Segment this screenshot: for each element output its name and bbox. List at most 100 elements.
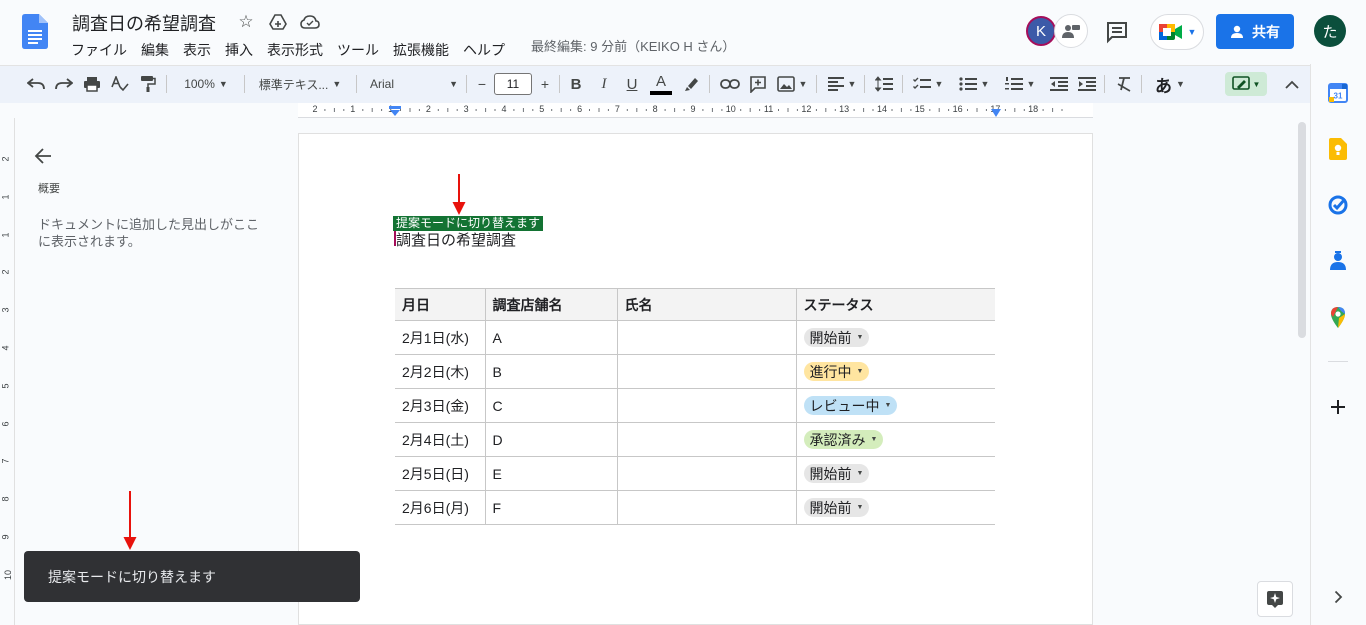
increase-indent-icon[interactable] [1075,65,1099,103]
status-cell[interactable]: レビュー中 ▼ [795,388,995,423]
checklist-icon[interactable]: ▼ [908,65,948,103]
increase-font-size-button[interactable]: + [535,65,555,103]
date-cell[interactable]: 2月2日(木) [395,354,486,389]
contacts-icon[interactable] [1327,250,1349,272]
status-cell[interactable]: 開始前 ▼ [795,320,995,355]
store-cell[interactable]: D [484,422,618,457]
docs-logo-icon[interactable] [22,14,48,49]
status-chip[interactable]: 開始前 ▼ [803,498,870,517]
decrease-indent-icon[interactable] [1047,65,1071,103]
redo-icon[interactable] [52,65,76,103]
line-spacing-icon[interactable] [872,65,896,103]
menu-help[interactable]: ヘルプ [456,40,512,60]
paint-format-icon[interactable] [136,65,160,103]
text-color-button[interactable]: A [649,65,673,103]
print-icon[interactable] [80,65,104,103]
numbered-list-icon[interactable]: ▼ [1000,65,1040,103]
store-cell[interactable]: C [484,388,618,423]
menu-view[interactable]: 表示 [176,40,218,60]
store-cell[interactable]: E [484,456,618,491]
italic-button[interactable]: I [593,65,615,103]
add-icon[interactable] [1327,396,1349,418]
share-button[interactable]: 共有 [1216,14,1294,49]
status-chip[interactable]: 開始前 ▼ [803,328,870,347]
paragraph-style-select[interactable]: 標準テキス... ▼ [252,65,348,103]
bold-button[interactable]: B [565,65,587,103]
date-cell[interactable]: 2月6日(月) [395,490,486,525]
undo-icon[interactable] [24,65,48,103]
left-indent-marker-icon[interactable] [389,106,401,116]
table-header-cell[interactable]: 氏名 [616,288,797,321]
back-arrow-icon[interactable] [34,147,52,165]
status-cell[interactable]: 承認済み ▼ [795,422,995,457]
underline-button[interactable]: U [621,65,643,103]
name-cell[interactable] [616,354,797,389]
name-cell[interactable] [616,456,797,491]
status-cell[interactable]: 開始前 ▼ [795,456,995,491]
font-select[interactable]: Arial ▼ [366,65,462,103]
maps-icon[interactable] [1327,306,1349,328]
insert-link-icon[interactable] [718,65,742,103]
tasks-icon[interactable] [1327,194,1349,216]
collaborator-avatar[interactable]: K [1026,16,1056,46]
name-cell[interactable] [616,388,797,423]
move-to-drive-icon[interactable] [268,12,288,32]
store-cell[interactable]: B [484,354,618,389]
document-heading[interactable]: 調査日の希望調査 [396,229,516,250]
last-edit-status[interactable]: 最終編集: 9 分前（KEIKO H さん） [531,38,735,56]
menu-edit[interactable]: 編集 [134,40,176,60]
add-comment-icon[interactable] [746,65,770,103]
name-cell[interactable] [616,422,797,457]
snackbar-notification: 提案モードに切り替えます [24,551,360,602]
spellcheck-icon[interactable] [108,65,132,103]
decrease-font-size-button[interactable]: − [472,65,492,103]
status-cell[interactable]: 進行中 ▼ [795,354,995,389]
status-cell[interactable]: 開始前 ▼ [795,490,995,525]
vertical-ruler[interactable]: 2 1 1 2 3 4 5 6 7 8 9 10 [0,118,15,625]
input-tools-button[interactable]: あ ▼ [1148,65,1192,103]
keep-icon[interactable] [1327,138,1349,160]
comment-history-icon[interactable] [1105,20,1129,44]
explore-button[interactable] [1257,581,1293,617]
menu-tools[interactable]: ツール [330,40,386,60]
date-cell[interactable]: 2月3日(金) [395,388,486,423]
date-cell[interactable]: 2月4日(土) [395,422,486,457]
meet-button[interactable]: ▼ [1150,14,1204,50]
document-title[interactable]: 調査日の希望調査 [72,10,216,36]
menu-insert[interactable]: 挿入 [218,40,260,60]
store-cell[interactable]: F [484,490,618,525]
name-cell[interactable] [616,320,797,355]
menu-extensions[interactable]: 拡張機能 [386,40,456,60]
scrollbar-thumb[interactable] [1298,122,1306,338]
store-cell[interactable]: A [484,320,618,355]
chevron-right-icon[interactable] [1327,586,1349,608]
clear-formatting-icon[interactable] [1112,65,1136,103]
status-chip[interactable]: レビュー中 ▼ [803,396,898,415]
table-header-cell[interactable]: ステータス [795,288,995,321]
account-avatar[interactable]: た [1314,15,1346,47]
font-size-input[interactable]: 11 [494,73,532,95]
status-chip[interactable]: 承認済み ▼ [803,430,884,449]
table-header-cell[interactable]: 調査店舗名 [484,288,618,321]
zoom-select[interactable]: 100% ▼ [176,65,236,103]
menu-file[interactable]: ファイル [64,40,134,60]
calendar-icon[interactable]: 31 [1327,82,1349,104]
status-chip[interactable]: 開始前 ▼ [803,464,870,483]
highlight-color-icon[interactable] [680,65,704,103]
cloud-status-icon[interactable] [300,12,320,32]
date-cell[interactable]: 2月5日(日) [395,456,486,491]
name-cell[interactable] [616,490,797,525]
editing-mode-button[interactable]: ▼ [1225,72,1267,96]
date-cell[interactable]: 2月1日(水) [395,320,486,355]
group-avatar-icon[interactable] [1054,14,1088,48]
horizontal-ruler[interactable]: 21123456789101112131415161718 [298,103,1093,118]
bulleted-list-icon[interactable]: ▼ [954,65,994,103]
align-left-icon[interactable]: ▼ [824,65,860,103]
menu-format[interactable]: 表示形式 [260,40,330,60]
collapse-toolbar-icon[interactable] [1280,65,1304,103]
right-indent-marker-icon[interactable] [990,109,1002,117]
star-icon[interactable]: ☆ [236,12,256,32]
table-header-cell[interactable]: 月日 [395,288,486,321]
status-chip[interactable]: 進行中 ▼ [803,362,870,381]
insert-image-icon[interactable]: ▼ [774,65,810,103]
